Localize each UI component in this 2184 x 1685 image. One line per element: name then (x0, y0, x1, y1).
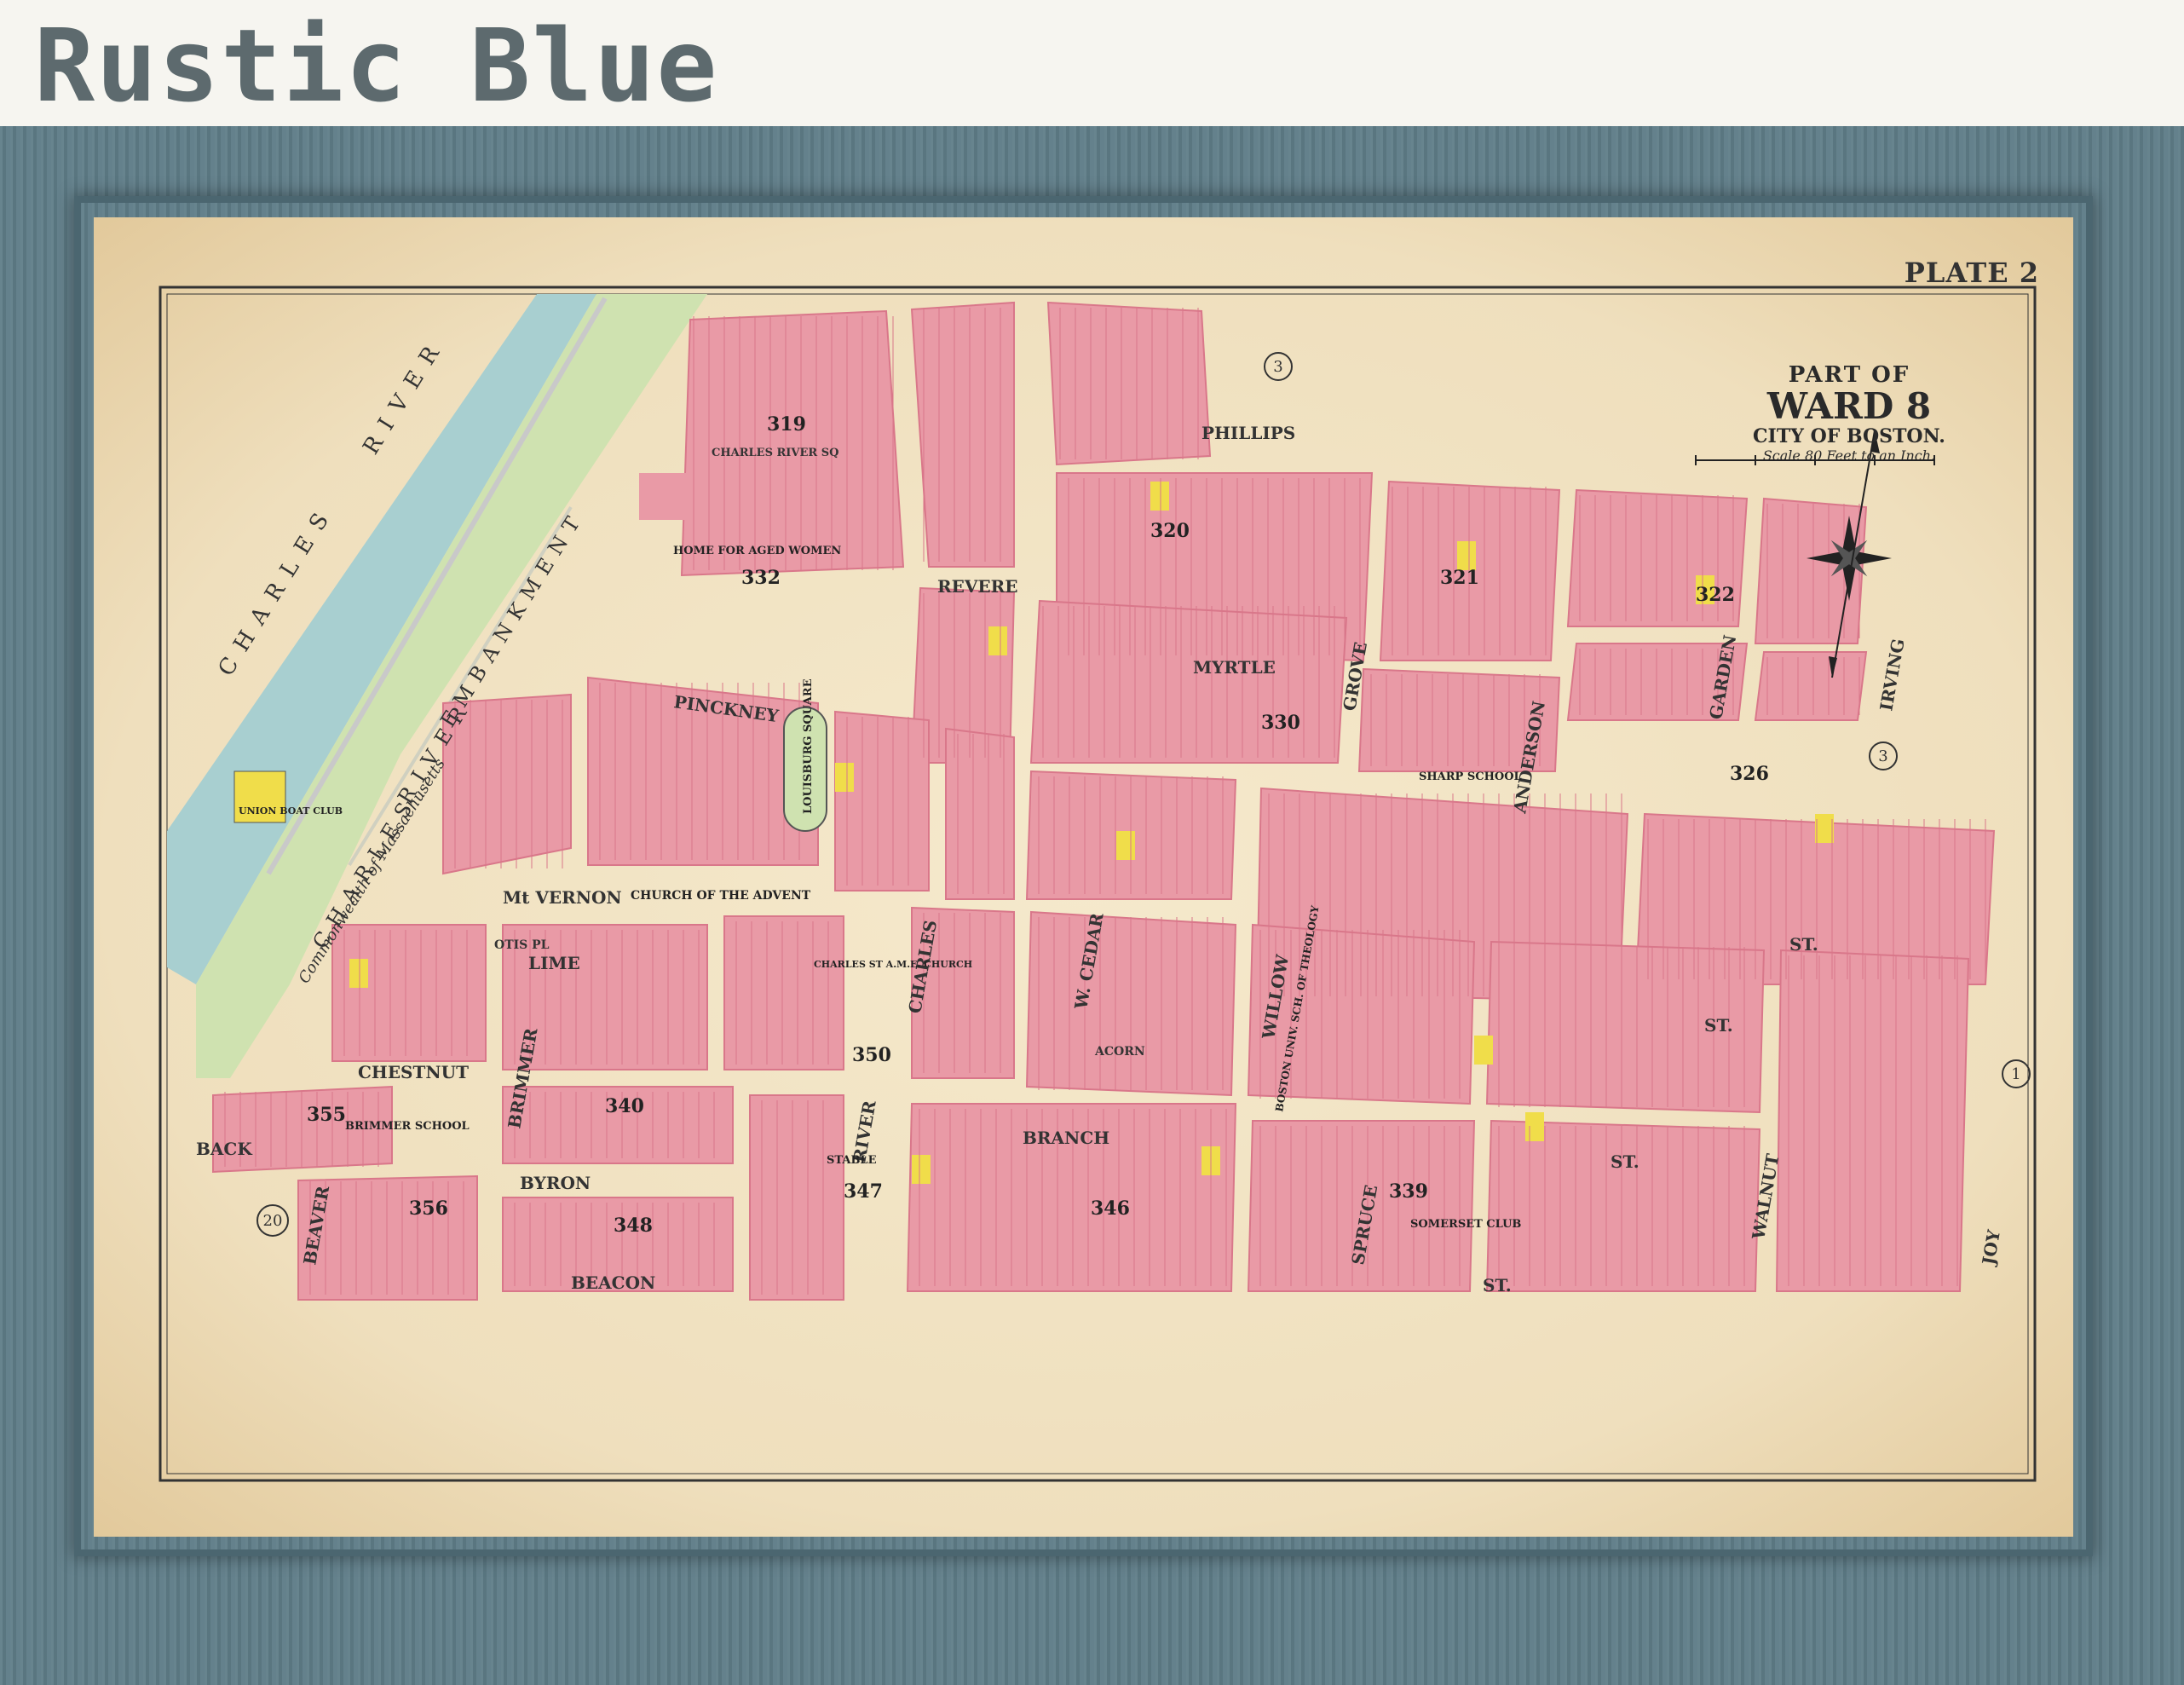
plate-346: 346 (1091, 1197, 1130, 1220)
plate-326: 326 (1730, 763, 1769, 785)
street-revere: REVERE (937, 576, 1018, 597)
street-mt-vernon: Mt VERNON (503, 887, 622, 908)
brick-block (331, 924, 487, 1062)
brick-block (910, 301, 1015, 568)
ward-marker-3a-label: 3 (1273, 358, 1282, 376)
brick-block (749, 1094, 844, 1301)
header: Rustic Blue (0, 0, 2184, 126)
wood-frame-lot (835, 763, 854, 792)
plate-319: 319 (767, 413, 806, 436)
label-stable: STABLE (827, 1154, 877, 1167)
label-louisburg-square: LOUISBURG SQUARE (802, 678, 815, 814)
frame-style-title: Rustic Blue (34, 7, 719, 124)
brick-block (1775, 949, 1970, 1292)
brick-block (680, 309, 905, 577)
ward-marker-20-label: 20 (263, 1212, 283, 1230)
wood-frame-lot (1815, 814, 1834, 843)
plate-356: 356 (409, 1197, 448, 1220)
street-st-label-2: ST. (1611, 1151, 1639, 1172)
home-aged-women-building (639, 473, 741, 520)
wood-frame-lot (988, 626, 1007, 655)
label-brimmer-school: BRIMMER SCHOOL (345, 1120, 470, 1133)
wood-frame-lot (1474, 1036, 1493, 1065)
street-st-label-4: ST. (1789, 934, 1818, 955)
ward-marker-1-label: 1 (2011, 1065, 2020, 1083)
plate-339: 339 (1389, 1180, 1428, 1203)
plate-350: 350 (852, 1044, 891, 1066)
ward-title-ward: WARD 8 (1766, 385, 1932, 427)
brick-block (1754, 651, 1868, 721)
street-lime: LIME (528, 953, 580, 973)
label-somerset-club: SOMERSET CLUB (1410, 1218, 1521, 1231)
street-phillips: PHILLIPS (1201, 423, 1295, 443)
map-paper: PLATE 2 CHARLES RIVER CHARLES RIVER EMBA… (94, 217, 2073, 1537)
plate-322: 322 (1696, 584, 1735, 606)
wood-frame-lot (912, 1155, 931, 1184)
plate-332: 332 (741, 567, 781, 589)
label-sharp-school: SHARP SCHOOL (1419, 770, 1522, 783)
wood-frame-lot (1116, 831, 1135, 860)
label-charles-st-church: CHARLES ST A.M.E. CHURCH (814, 959, 972, 970)
ward-title-part-of: PART OF (1788, 362, 1910, 388)
plate-number: PLATE 2 (1904, 257, 2039, 289)
street-chestnut: CHESTNUT (358, 1062, 469, 1082)
street-back: BACK (196, 1139, 252, 1159)
street-st-label-1: ST. (1704, 1015, 1733, 1036)
plate-330: 330 (1261, 712, 1300, 734)
ward-title-city: CITY OF BOSTON. (1753, 425, 1945, 447)
street-joy: JOY (1978, 1227, 2004, 1267)
wood-frame-lot (1457, 541, 1476, 570)
label-home-aged-women: HOME FOR AGED WOMEN (673, 545, 841, 557)
wood-frame-lot (1525, 1112, 1544, 1141)
ward-title-scale: Scale 80 Feet to an Inch. (1762, 447, 1936, 464)
plate-348: 348 (614, 1215, 653, 1237)
label-union-boat-club: UNION BOAT CLUB (239, 805, 343, 817)
street-byron: BYRON (520, 1173, 591, 1193)
street-beacon: BEACON (571, 1272, 655, 1293)
brick-block (723, 915, 844, 1070)
wood-frame-lot (349, 959, 368, 988)
street-otis-pl: OTIS PL (494, 938, 550, 952)
street-st-label-3: ST. (1483, 1275, 1512, 1295)
street-charles-river-sq: CHARLES RIVER SQ (712, 447, 838, 459)
plate-355: 355 (307, 1104, 346, 1126)
label-church-advent: CHURCH OF THE ADVENT (631, 889, 811, 903)
street-irving: IRVING (1876, 637, 1908, 712)
brick-block (1046, 301, 1212, 466)
ward-marker-3b-label: 3 (1878, 747, 1887, 765)
street-acorn: ACORN (1094, 1045, 1145, 1059)
brick-block (834, 710, 930, 892)
ward-title-block: PART OF WARD 8 CITY OF BOSTON. Scale 80 … (1696, 362, 2002, 464)
plate-321: 321 (1440, 567, 1479, 589)
plate-340: 340 (605, 1095, 644, 1117)
plate-347: 347 (844, 1180, 883, 1203)
plate-320: 320 (1150, 520, 1190, 542)
street-myrtle: MYRTLE (1193, 657, 1276, 678)
brick-block (1485, 1119, 1761, 1292)
street-branch: BRANCH (1023, 1128, 1109, 1148)
wood-frame-lot (1150, 482, 1169, 511)
